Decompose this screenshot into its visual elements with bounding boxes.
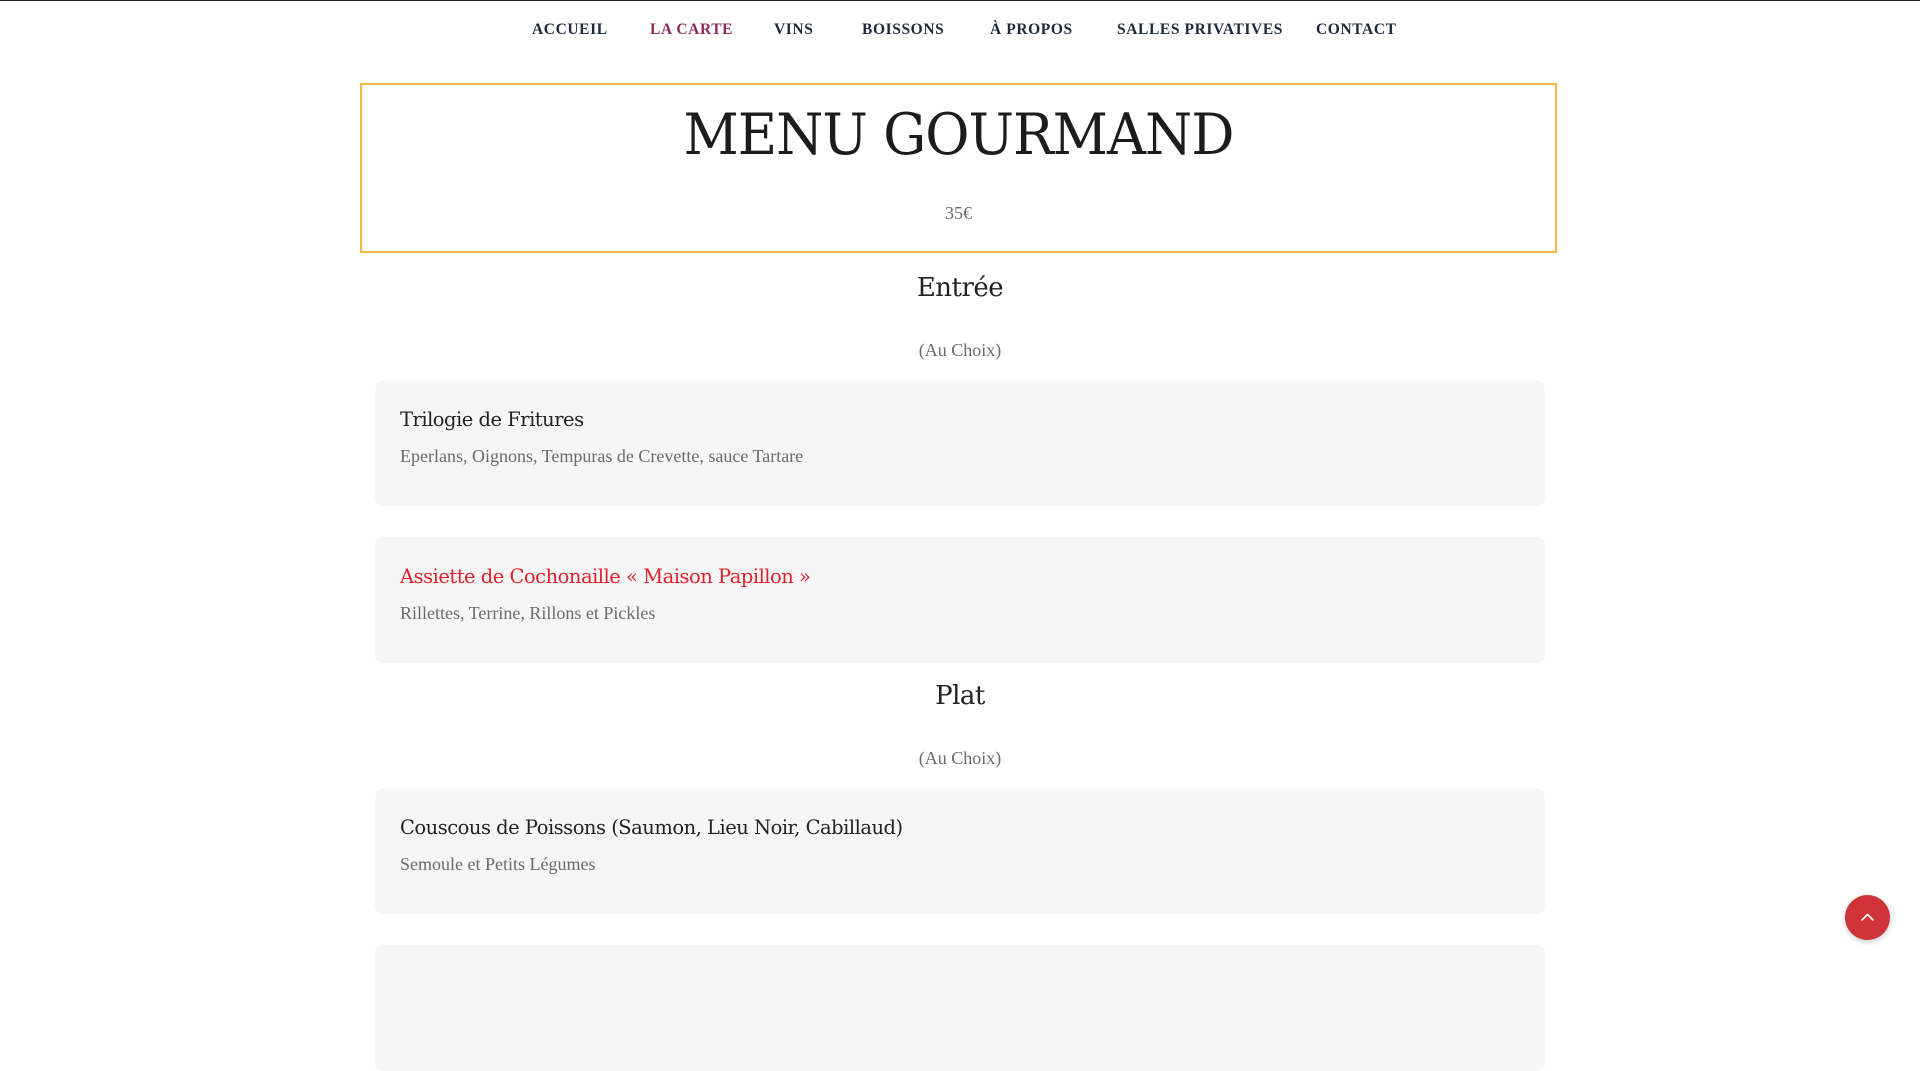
back-to-top-button[interactable] [1845,895,1890,940]
nav-salles-privatives[interactable]: SALLES PRIVATIVES [1117,21,1283,39]
dish-description: Semoule et Petits Légumes [400,854,596,874]
section-subtitle-plat: (Au Choix) [918,748,1002,768]
nav-contact[interactable]: CONTACT [1316,21,1397,39]
dish-card: Couscous de Poissons (Saumon, Lieu Noir,… [375,788,1545,914]
menu-title: MENU GOURMAND [683,101,1234,168]
menu-title-box: MENU GOURMAND 35€ [360,83,1557,253]
dish-name: Trilogie de Fritures [400,408,584,431]
dish-name: Couscous de Poissons (Saumon, Lieu Noir,… [400,816,903,839]
section-title-entree: Entrée [916,273,1004,303]
main-nav: ACCUEIL LA CARTE VINS BOISSONS À PROPOS … [0,0,1920,60]
nav-boissons[interactable]: BOISSONS [862,21,944,39]
chevron-up-icon [1861,913,1874,921]
nav-accueil[interactable]: ACCUEIL [532,21,608,39]
nav-a-propos[interactable]: À PROPOS [990,21,1073,39]
section-title-plat: Plat [935,681,985,711]
nav-la-carte[interactable]: LA CARTE [650,21,733,39]
nav-vins[interactable]: VINS [774,21,813,39]
dish-card: Trilogie de Fritures Eperlans, Oignons, … [375,380,1545,506]
dish-card-partial [375,945,1545,1071]
section-subtitle-entree: (Au Choix) [918,340,1002,360]
menu-price: 35€ [945,203,972,223]
dish-card: Assiette de Cochonaille « Maison Papillo… [375,537,1545,663]
dish-name: Assiette de Cochonaille « Maison Papillo… [400,565,811,588]
dish-description: Rillettes, Terrine, Rillons et Pickles [400,603,656,623]
dish-description: Eperlans, Oignons, Tempuras de Crevette,… [400,446,804,466]
